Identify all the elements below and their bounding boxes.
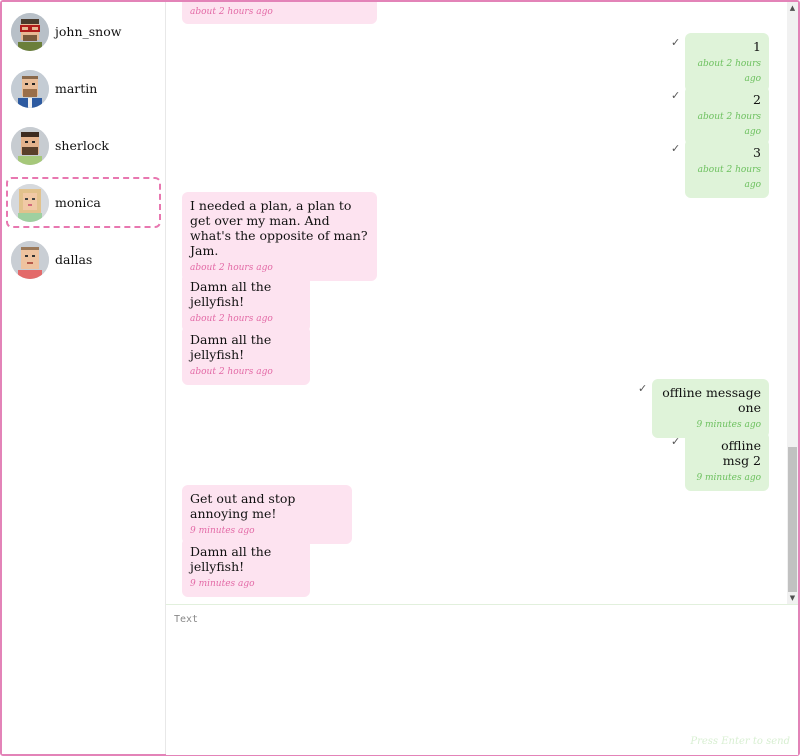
contacts-sidebar: john_snow martin sherlock monica dallas (2, 2, 166, 754)
message-text: Damn all the jellyfish! (190, 332, 272, 362)
message-text: 3 (753, 145, 761, 160)
contact-monica[interactable]: monica (6, 177, 161, 228)
message-outgoing: 2 about 2 hours ago (685, 86, 769, 145)
message-time: about 2 hours ago (190, 314, 273, 324)
message-text: 2 (753, 92, 761, 107)
message-incoming: Get out and stop annoying me! 9 minutes … (182, 485, 352, 544)
delivered-check-icon: ✓ (638, 382, 648, 395)
john-snow-avatar-icon (11, 12, 49, 51)
message-list-scrollbar[interactable]: ▲ ▼ (787, 2, 798, 604)
contact-name: dallas (55, 252, 93, 267)
message-incoming: Damn all the jellyfish! about 2 hours ag… (182, 326, 310, 385)
delivered-check-icon: ✓ (671, 435, 681, 448)
scroll-down-arrow-icon[interactable]: ▼ (787, 592, 798, 604)
contact-name: martin (55, 81, 98, 96)
send-hint: Press Enter to send (690, 736, 790, 747)
message-text: Damn all the jellyfish! (190, 544, 272, 574)
message-input[interactable] (166, 605, 798, 755)
message-time: about 2 hours ago (697, 112, 761, 137)
message-time: 9 minutes ago (696, 420, 761, 430)
monica-avatar-icon (11, 183, 49, 222)
contact-john-snow[interactable]: john_snow (6, 6, 161, 57)
message-incoming: about 2 hours ago (182, 2, 377, 24)
message-time: about 2 hours ago (190, 7, 273, 17)
message-text: I needed a plan, a plan to get over my m… (190, 198, 368, 258)
contact-name: sherlock (55, 138, 109, 153)
contact-name: monica (55, 195, 101, 210)
message-composer: Press Enter to send (166, 604, 798, 755)
sherlock-avatar-icon (11, 126, 49, 165)
message-outgoing: 3 about 2 hours ago (685, 139, 769, 198)
message-time: about 2 hours ago (190, 367, 273, 377)
message-outgoing: 1 about 2 hours ago (685, 33, 769, 92)
message-text: offline message one (662, 385, 761, 415)
delivered-check-icon: ✓ (671, 36, 681, 49)
message-time: 9 minutes ago (190, 526, 255, 536)
delivered-check-icon: ✓ (671, 142, 681, 155)
contact-name: john_snow (55, 24, 122, 39)
message-outgoing: offline msg 2 9 minutes ago (685, 432, 769, 491)
contact-dallas[interactable]: dallas (6, 234, 161, 285)
message-incoming: I needed a plan, a plan to get over my m… (182, 192, 377, 281)
contact-sherlock[interactable]: sherlock (6, 120, 161, 171)
message-text: 1 (753, 39, 761, 54)
contact-martin[interactable]: martin (6, 63, 161, 114)
message-time: about 2 hours ago (697, 59, 761, 84)
scroll-up-arrow-icon[interactable]: ▲ (787, 2, 798, 14)
message-incoming: Damn all the jellyfish! 9 minutes ago (182, 538, 310, 597)
scroll-thumb[interactable] (788, 447, 797, 592)
message-text: Get out and stop annoying me! (190, 491, 296, 521)
message-text: offline msg 2 (721, 438, 761, 468)
message-time: 9 minutes ago (696, 473, 761, 483)
message-time: 9 minutes ago (190, 579, 255, 589)
message-incoming: Damn all the jellyfish! about 2 hours ag… (182, 273, 310, 332)
delivered-check-icon: ✓ (671, 89, 681, 102)
message-outgoing: offline message one 9 minutes ago (652, 379, 769, 438)
dallas-avatar-icon (11, 240, 49, 279)
message-list[interactable]: about 2 hours ago 1 about 2 hours ago ✓ … (166, 2, 787, 604)
message-text: Damn all the jellyfish! (190, 279, 272, 309)
martin-avatar-icon (11, 69, 49, 108)
message-time: about 2 hours ago (697, 165, 761, 190)
